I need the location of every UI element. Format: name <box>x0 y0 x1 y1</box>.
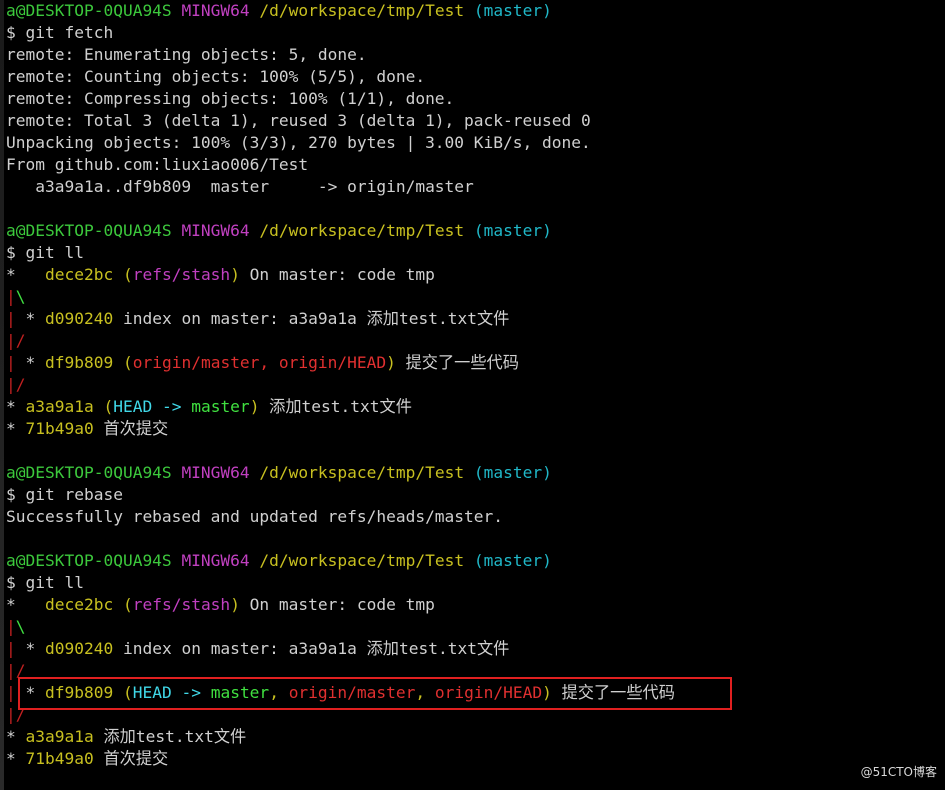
graph-line: |/ <box>6 375 26 394</box>
commit-hash: df9b809 <box>45 353 114 372</box>
commit-hash: d090240 <box>45 309 114 328</box>
command-line: $ git ll <box>6 242 945 264</box>
ref-label: origin/master, origin/HEAD <box>132 353 387 372</box>
commit-message: 提交了一些代码 <box>395 353 519 372</box>
commit-message: 添加test.txt文件 <box>93 727 247 746</box>
ref-label: refs/stash <box>132 595 231 614</box>
prompt-user-host: a@DESKTOP-0QUA94S <box>6 463 172 482</box>
command-text: git ll <box>25 243 84 262</box>
prompt-dollar: $ <box>6 243 26 262</box>
commit-message: On master: code tmp <box>239 595 435 614</box>
log-line-index: | * d090240 index on master: a3a9a1a 添加t… <box>6 639 510 658</box>
command-line: $ git fetch <box>6 22 945 44</box>
graph-line: |/ <box>6 331 26 350</box>
commit-hash: a3a9a1a <box>25 727 94 746</box>
prompt-path: /d/workspace/tmp/Test <box>259 463 465 482</box>
log-line-a3: * a3a9a1a 添加test.txt文件 <box>6 727 247 746</box>
commit-message: 添加test.txt文件 <box>259 397 412 416</box>
command-text: git fetch <box>25 23 114 42</box>
head-label: HEAD -> <box>113 397 192 416</box>
output-line: remote: Enumerating objects: 5, done. <box>6 45 367 64</box>
commit-hash: 71b49a0 <box>25 419 94 438</box>
prompt-shell: MINGW64 <box>181 463 250 482</box>
commit-hash: 71b49a0 <box>25 749 94 768</box>
log-line-stash: * dece2bc (refs/stash) On master: code t… <box>6 265 435 284</box>
output-line: Unpacking objects: 100% (3/3), 270 bytes… <box>6 133 591 152</box>
prompt-line: a@DESKTOP-0QUA94S MINGW64 /d/workspace/t… <box>6 462 945 484</box>
output-line: remote: Compressing objects: 100% (1/1),… <box>6 89 455 108</box>
commit-message: 首次提交 <box>93 419 169 438</box>
output-line: From github.com:liuxiao006/Test <box>6 155 309 174</box>
prompt-branch: (master) <box>473 463 552 482</box>
prompt-user-host: a@DESKTOP-0QUA94S <box>6 1 172 20</box>
output-line: Successfully rebased and updated refs/he… <box>6 507 504 526</box>
ref-label: refs/stash <box>132 265 231 284</box>
prompt-dollar: $ <box>6 573 26 592</box>
log-line-first: * 71b49a0 首次提交 <box>6 749 169 768</box>
prompt-branch: (master) <box>473 1 552 20</box>
command-line: $ git ll <box>6 572 945 594</box>
commit-hash: a3a9a1a <box>25 397 94 416</box>
log-line-first: * 71b49a0 首次提交 <box>6 419 169 438</box>
log-line-a3: * a3a9a1a (HEAD -> master) 添加test.txt文件 <box>6 397 412 416</box>
prompt-path: /d/workspace/tmp/Test <box>259 221 465 240</box>
prompt-user-host: a@DESKTOP-0QUA94S <box>6 551 172 570</box>
watermark: @51CTO博客 <box>860 765 937 779</box>
commit-message: 首次提交 <box>93 749 169 768</box>
commit-hash: dece2bc <box>44 265 114 284</box>
prompt-line: a@DESKTOP-0QUA94S MINGW64 /d/workspace/t… <box>6 0 945 22</box>
prompt-path: /d/workspace/tmp/Test <box>259 1 465 20</box>
command-line: $ git rebase <box>6 484 945 506</box>
log-line-stash: * dece2bc (refs/stash) On master: code t… <box>6 595 435 614</box>
graph-line: |\ <box>6 617 26 636</box>
prompt-dollar: $ <box>6 23 26 42</box>
branch-label: master <box>191 397 250 416</box>
commit-hash: d090240 <box>45 639 114 658</box>
log-line-index: | * d090240 index on master: a3a9a1a 添加t… <box>6 309 510 328</box>
prompt-dollar: $ <box>6 485 26 504</box>
prompt-branch: (master) <box>473 551 552 570</box>
commit-message: index on master: a3a9a1a 添加test.txt文件 <box>113 309 510 328</box>
output-line: a3a9a1a..df9b809 master -> origin/master <box>6 177 474 196</box>
window-left-edge <box>0 0 4 790</box>
commit-message: index on master: a3a9a1a 添加test.txt文件 <box>113 639 510 658</box>
output-line: remote: Total 3 (delta 1), reused 3 (del… <box>6 111 591 130</box>
prompt-user-host: a@DESKTOP-0QUA94S <box>6 221 172 240</box>
terminal-output[interactable]: a@DESKTOP-0QUA94S MINGW64 /d/workspace/t… <box>6 0 945 770</box>
prompt-shell: MINGW64 <box>181 221 250 240</box>
highlight-annotation-box <box>18 677 732 710</box>
commit-message: On master: code tmp <box>239 265 435 284</box>
prompt-shell: MINGW64 <box>181 1 250 20</box>
prompt-line: a@DESKTOP-0QUA94S MINGW64 /d/workspace/t… <box>6 220 945 242</box>
log-line-df: | * df9b809 (origin/master, origin/HEAD)… <box>6 353 519 372</box>
prompt-shell: MINGW64 <box>181 551 250 570</box>
prompt-path: /d/workspace/tmp/Test <box>259 551 465 570</box>
output-line: remote: Counting objects: 100% (5/5), do… <box>6 67 426 86</box>
graph-line: |\ <box>6 287 26 306</box>
prompt-branch: (master) <box>473 221 552 240</box>
command-text: git ll <box>25 573 84 592</box>
command-text: git rebase <box>25 485 123 504</box>
commit-hash: dece2bc <box>44 595 114 614</box>
prompt-line: a@DESKTOP-0QUA94S MINGW64 /d/workspace/t… <box>6 550 945 572</box>
